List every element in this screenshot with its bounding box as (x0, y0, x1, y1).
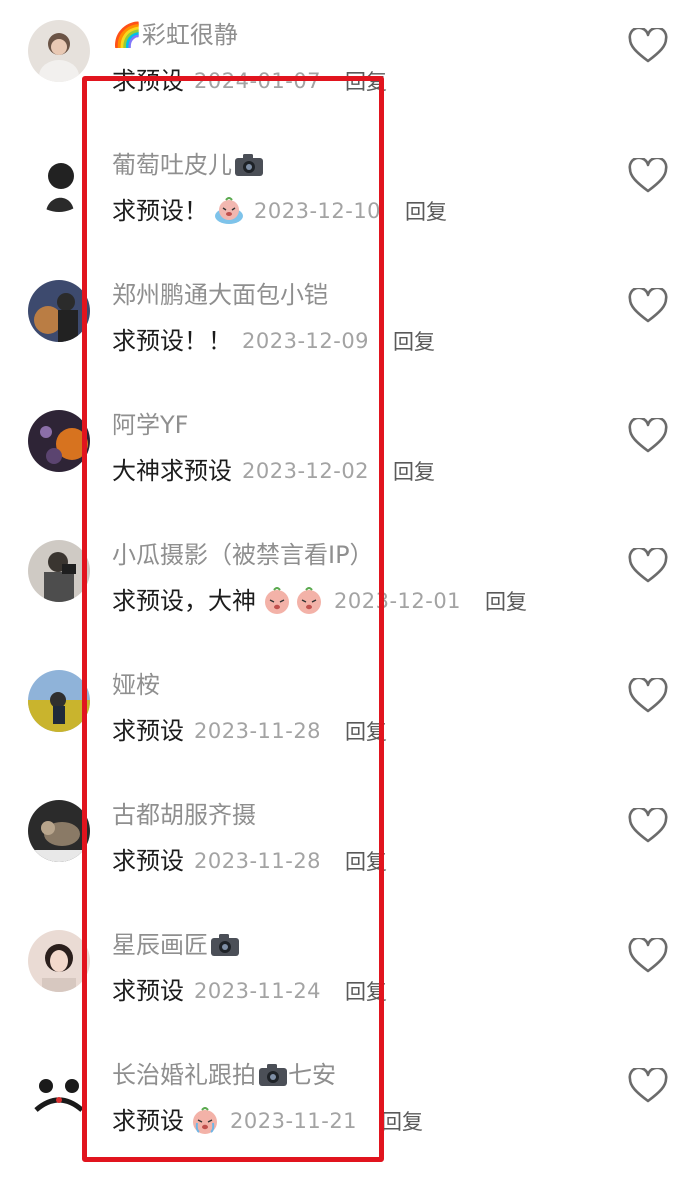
camera-icon (211, 934, 239, 956)
reply-button[interactable]: 回复 (345, 716, 387, 746)
comment-date: 2024-01-07 (194, 69, 322, 93)
username[interactable]: 长治婚礼跟拍 七安 (112, 1058, 336, 1092)
comment-body: 求预设 2023-11-21 回复 (112, 1104, 423, 1138)
comment-item: 古都胡服齐摄 求预设 2023-11-28 回复 (0, 780, 694, 910)
avatar[interactable] (28, 540, 90, 602)
avatar[interactable] (28, 670, 90, 732)
comment-text: 大神求预设 (112, 457, 232, 485)
heart-icon[interactable] (628, 678, 668, 714)
crying-sticker-icon (262, 586, 292, 616)
comment-item: 娅桉 求预设 2023-11-28 回复 (0, 650, 694, 780)
comment-body: 求预设！ 2023-12-10 回复 (112, 194, 447, 228)
comment-date: 2023-12-01 (334, 589, 462, 613)
username[interactable]: 星辰画匠 (112, 928, 240, 962)
avatar[interactable] (28, 930, 90, 992)
heart-icon[interactable] (628, 548, 668, 584)
comment-item: 长治婚礼跟拍 七安 求预设 2023-11-21 回复 (0, 1040, 694, 1170)
comment-body: 求预设 2023-11-28 回复 (112, 844, 387, 878)
comment-item: 🌈彩虹很静 求预设 2024-01-07 回复 (0, 0, 694, 130)
avatar[interactable] (28, 280, 90, 342)
avatar[interactable] (28, 1060, 90, 1122)
comment-item: 阿学YF 大神求预设 2023-12-02 回复 (0, 390, 694, 520)
avatar[interactable] (28, 20, 90, 82)
avatar[interactable] (28, 800, 90, 862)
comment-item: 星辰画匠 求预设 2023-11-24 回复 (0, 910, 694, 1040)
heart-icon[interactable] (628, 1068, 668, 1104)
reply-button[interactable]: 回复 (485, 586, 527, 616)
avatar[interactable] (28, 150, 90, 212)
comment-list: 🌈彩虹很静 求预设 2024-01-07 回复 葡萄吐皮儿 求预设！ 2023-… (0, 0, 694, 1180)
comment-body: 求预设，大神 2023-12-01 回复 (112, 584, 527, 618)
username[interactable]: 小瓜摄影（被禁言看IP） (112, 538, 374, 572)
comment-text: 求预设！！ (112, 327, 232, 355)
username[interactable]: 葡萄吐皮儿 (112, 148, 264, 182)
reply-button[interactable]: 回复 (393, 456, 435, 486)
heart-icon[interactable] (628, 28, 668, 64)
comment-text: 求预设 (112, 67, 184, 95)
reply-button[interactable]: 回复 (345, 976, 387, 1006)
comment-body: 求预设 2023-11-28 回复 (112, 714, 387, 748)
camera-icon (235, 154, 263, 176)
comment-date: 2023-12-09 (242, 329, 370, 353)
heart-icon[interactable] (628, 418, 668, 454)
comment-text: 求预设 (112, 977, 184, 1005)
username[interactable]: 郑州鹏通大面包小铠 (112, 278, 328, 312)
comment-date: 2023-11-21 (230, 1109, 358, 1133)
heart-icon[interactable] (628, 938, 668, 974)
camera-icon (259, 1064, 287, 1086)
username[interactable]: 阿学YF (112, 408, 188, 442)
comment-text: 求预设 (112, 847, 184, 875)
comment-text: 求预设！ (112, 197, 208, 225)
comment-date: 2023-11-28 (194, 849, 322, 873)
comment-text: 求预设，大神 (112, 587, 256, 615)
reply-button[interactable]: 回复 (393, 326, 435, 356)
crying-sticker-icon (214, 196, 244, 226)
reply-button[interactable]: 回复 (345, 846, 387, 876)
comment-text: 求预设 (112, 717, 184, 745)
comment-item: 郑州鹏通大面包小铠 求预设！！ 2023-12-09 回复 (0, 260, 694, 390)
avatar[interactable] (28, 410, 90, 472)
username[interactable]: 娅桉 (112, 668, 160, 702)
comment-body: 大神求预设 2023-12-02 回复 (112, 454, 435, 488)
username[interactable]: 古都胡服齐摄 (112, 798, 256, 832)
comment-body: 求预设 2023-11-24 回复 (112, 974, 387, 1008)
comment-text: 求预设 (112, 1107, 184, 1135)
comment-date: 2023-12-10 (254, 199, 382, 223)
username[interactable]: 🌈彩虹很静 (112, 18, 238, 52)
comment-date: 2023-11-24 (194, 979, 322, 1003)
crying-sticker-icon (190, 1106, 220, 1136)
comment-date: 2023-11-28 (194, 719, 322, 743)
heart-icon[interactable] (628, 288, 668, 324)
crying-sticker-icon (294, 586, 324, 616)
heart-icon[interactable] (628, 158, 668, 194)
comment-item: 葡萄吐皮儿 求预设！ 2023-12-10 回复 (0, 130, 694, 260)
comment-item: 小瓜摄影（被禁言看IP） 求预设，大神 2023-12-01 回复 (0, 520, 694, 650)
comment-date: 2023-12-02 (242, 459, 370, 483)
reply-button[interactable]: 回复 (345, 66, 387, 96)
reply-button[interactable]: 回复 (381, 1106, 423, 1136)
comment-body: 求预设 2024-01-07 回复 (112, 64, 387, 98)
heart-icon[interactable] (628, 808, 668, 844)
comment-body: 求预设！！ 2023-12-09 回复 (112, 324, 435, 358)
reply-button[interactable]: 回复 (405, 196, 447, 226)
